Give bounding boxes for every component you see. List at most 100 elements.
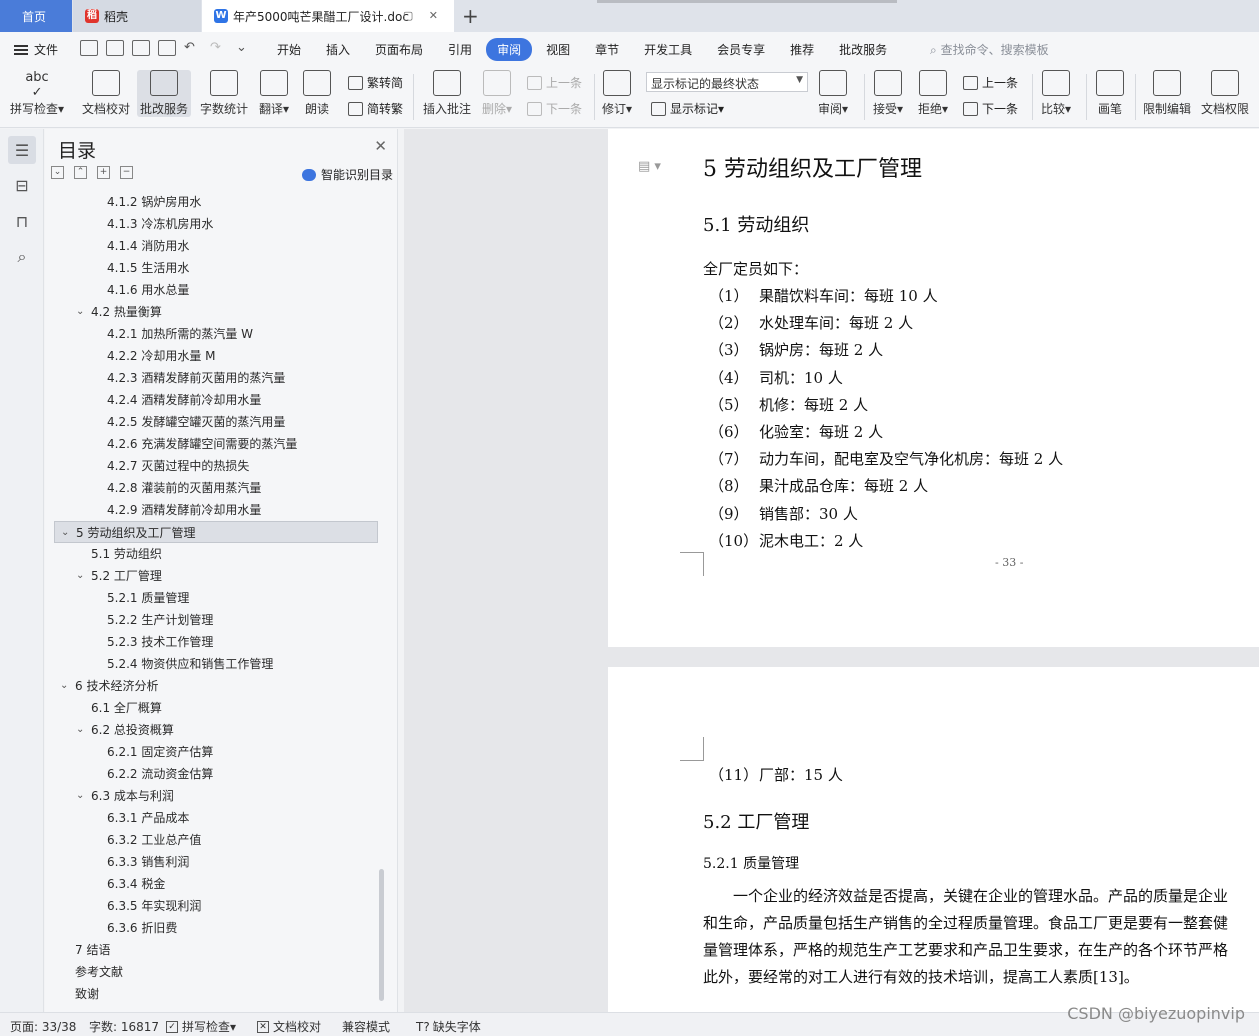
toc-item[interactable]: 5.2.3 技术工作管理 [45, 631, 378, 653]
menu-tab[interactable]: 会员专享 [706, 38, 776, 61]
toc-item[interactable]: 4.1.3 冷冻机房用水 [45, 213, 378, 235]
compare-button[interactable]: 比较▾ [1041, 70, 1071, 117]
pen-button[interactable]: 画笔 [1096, 70, 1124, 117]
correction-service-button[interactable]: 批改服务 [137, 70, 192, 117]
insert-comment-button[interactable]: 插入批注 [423, 70, 471, 117]
toc-item[interactable]: 5.2.2 生产计划管理 [45, 609, 378, 631]
document-page[interactable]: （11） 厂部：15 人 5.2 工厂管理 5.2.1 质量管理 一个企业的经济… [608, 667, 1259, 1012]
restrict-edit-button[interactable]: 限制编辑 [1143, 70, 1191, 117]
toc-item[interactable]: 4.1.5 生活用水 [45, 257, 378, 279]
tab-daoke[interactable]: 稻 稻壳 [73, 0, 201, 32]
add-heading-icon[interactable]: + [97, 166, 110, 179]
toc-item[interactable]: ⌄ 6 技术经济分析 [45, 675, 378, 697]
missing-font-button[interactable]: T? 缺失字体 [416, 1018, 481, 1035]
simp-to-trad-button[interactable]: 简转繁 [348, 100, 403, 117]
menu-tab[interactable]: 审阅 [486, 38, 533, 61]
print-icon[interactable] [132, 40, 150, 56]
spell-check-button[interactable]: abc ✓ 拼写检查▾ [10, 70, 64, 117]
save-icon[interactable] [80, 40, 98, 56]
more-icon[interactable]: ⌄ [236, 40, 254, 56]
toc-item[interactable]: 4.2.3 酒精发酵前灭菌用的蒸汽量 [45, 367, 378, 389]
export-pdf-icon[interactable] [106, 40, 124, 56]
menu-tab[interactable]: 批改服务 [828, 38, 898, 61]
toc-item[interactable]: 4.2.9 酒精发酵前冷却用水量 [45, 499, 378, 521]
command-search[interactable]: ⌕ 查找命令、搜索模板 [930, 41, 1049, 58]
prev-comment-button[interactable]: 上一条 [527, 74, 582, 91]
menu-tab[interactable]: 页面布局 [364, 38, 434, 61]
menu-tab[interactable]: 视图 [535, 38, 581, 61]
toc-item[interactable]: 6.3.2 工业总产值 [45, 829, 378, 851]
document-nav-icon[interactable]: ▤ ▾ [638, 159, 661, 174]
menu-tab[interactable]: 章节 [584, 38, 630, 61]
document-page[interactable]: ▤ ▾ 5 劳动组织及工厂管理 5.1 劳动组织 全厂定员如下： （1） 果醋饮料… [608, 129, 1259, 647]
toc-item[interactable]: 4.2.6 充满发酵罐空间需要的蒸汽量 [45, 433, 378, 455]
chevron-down-icon[interactable]: ⌄ [76, 785, 84, 807]
toc-item[interactable]: ⌄ 6.3 成本与利润 [45, 785, 378, 807]
review-button[interactable]: 审阅▾ [818, 70, 848, 117]
chevron-down-icon[interactable]: ⌄ [76, 565, 84, 587]
menu-tab[interactable]: 开发工具 [633, 38, 703, 61]
toc-item[interactable]: 4.2.1 加热所需的蒸汽量 W [45, 323, 378, 345]
toc-item[interactable]: ⌄ 6.2 总投资概算 [45, 719, 378, 741]
toc-scrollbar[interactable] [379, 869, 384, 1001]
close-icon[interactable]: ✕ [374, 137, 387, 155]
file-menu-button[interactable]: 文件 [14, 41, 58, 58]
toc-item[interactable]: 4.1.4 消防用水 [45, 235, 378, 257]
next-change-button[interactable]: 下一条 [963, 100, 1018, 117]
translate-button[interactable]: 翻译▾ [259, 70, 289, 117]
menu-tab[interactable]: 开始 [266, 38, 312, 61]
toc-item[interactable]: 6.3.3 销售利润 [45, 851, 378, 873]
print-preview-icon[interactable] [158, 40, 176, 56]
accept-button[interactable]: 接受▾ [873, 70, 903, 117]
doc-permission-button[interactable]: 文档权限 [1201, 70, 1249, 117]
toc-item[interactable]: 4.1.6 用水总量 [45, 279, 378, 301]
doc-proof-button[interactable]: 文档校对 [82, 70, 130, 117]
toc-item[interactable]: 6.2.2 流动资金估算 [45, 763, 378, 785]
next-comment-button[interactable]: 下一条 [527, 100, 582, 117]
word-count-indicator[interactable]: 字数: 16817 [89, 1018, 159, 1035]
tab-home[interactable]: 首页 [0, 0, 72, 32]
toc-item[interactable]: ⌄ 5 劳动组织及工厂管理 [54, 521, 378, 543]
word-count-button[interactable]: 字数统计 [200, 70, 248, 117]
document-canvas[interactable]: ▤ ▾ 5 劳动组织及工厂管理 5.1 劳动组织 全厂定员如下： （1） 果醋饮料… [404, 129, 1259, 1012]
chapter-icon[interactable]: ⊟ [8, 171, 36, 199]
toc-item[interactable]: 5.2.1 质量管理 [45, 587, 378, 609]
prev-change-button[interactable]: 上一条 [963, 74, 1018, 91]
chevron-down-icon[interactable]: ⌄ [61, 522, 69, 544]
toc-item[interactable]: 参考文献 [45, 961, 378, 983]
chevron-down-icon[interactable]: ⌄ [76, 719, 84, 741]
menu-tab[interactable]: 插入 [315, 38, 361, 61]
toc-icon[interactable]: ☰ [8, 136, 36, 164]
toc-item[interactable]: 4.2.4 酒精发酵前冷却用水量 [45, 389, 378, 411]
toc-item[interactable]: ⌄ 5.2 工厂管理 [45, 565, 378, 587]
toc-item[interactable]: 6.3.6 折旧费 [45, 917, 378, 939]
spell-check-toggle[interactable]: ✓ 拼写检查 ▾ [166, 1018, 236, 1035]
tab-close-icon[interactable]: ▢ ✕ [403, 9, 444, 22]
remove-heading-icon[interactable]: − [120, 166, 133, 179]
delete-comment-button[interactable]: 删除▾ [482, 70, 512, 117]
toc-item[interactable]: 6.2.1 固定资产估算 [45, 741, 378, 763]
tab-document[interactable]: W 年产5000吨芒果醋工厂设计.doc ▢ ✕ [202, 0, 454, 32]
search-icon[interactable]: ⌕ [8, 243, 36, 271]
markup-state-select[interactable]: 显示标记的最终状态 ▼ [646, 72, 808, 92]
toc-item[interactable]: 5.1 劳动组织 [45, 543, 378, 565]
proof-status-button[interactable]: ✕ 文档校对 [257, 1018, 321, 1035]
page-indicator[interactable]: 页面: 33/38 [10, 1018, 76, 1035]
trad-to-simp-button[interactable]: 繁转简 [348, 74, 403, 91]
read-aloud-button[interactable]: 朗读 [303, 70, 331, 117]
new-tab-button[interactable]: + [462, 4, 479, 28]
expand-up-icon[interactable]: ⌃ [74, 166, 87, 179]
toc-item[interactable]: 4.2.7 灭菌过程中的热损失 [45, 455, 378, 477]
collapse-all-icon[interactable]: ⌄ [51, 166, 64, 179]
undo-icon[interactable]: ↶ [184, 40, 202, 56]
toc-item[interactable]: 7 结语 [45, 939, 378, 961]
menu-tab[interactable]: 推荐 [779, 38, 825, 61]
toc-item[interactable]: ⌄ 4.2 热量衡算 [45, 301, 378, 323]
chevron-down-icon[interactable]: ⌄ [60, 675, 68, 697]
track-changes-button[interactable]: 修订▾ [602, 70, 632, 117]
toc-item[interactable]: 4.2.8 灌装前的灭菌用蒸汽量 [45, 477, 378, 499]
chevron-down-icon[interactable]: ⌄ [76, 301, 84, 323]
toc-item[interactable]: 6.3.5 年实现利润 [45, 895, 378, 917]
toc-item[interactable]: 6.3.1 产品成本 [45, 807, 378, 829]
toc-item[interactable]: 4.2.2 冷却用水量 M [45, 345, 378, 367]
